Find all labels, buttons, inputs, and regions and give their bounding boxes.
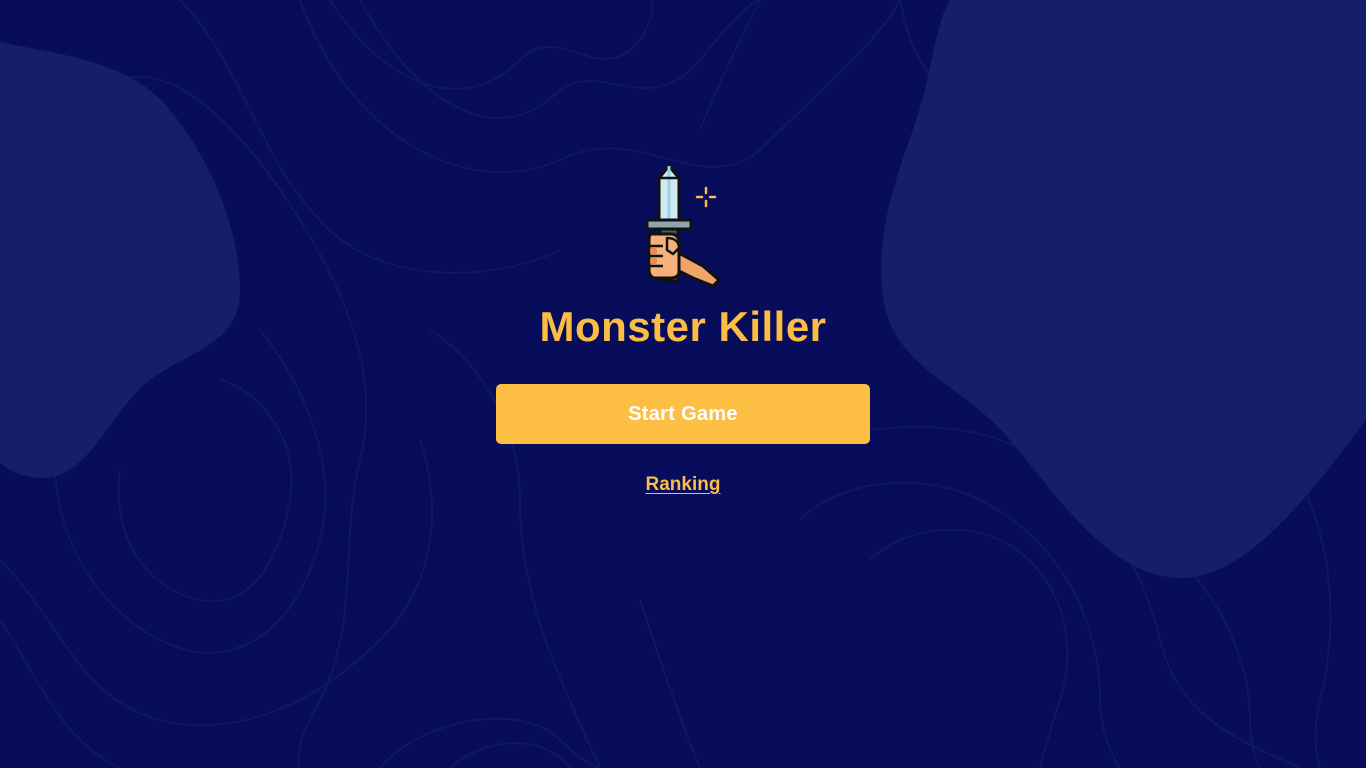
start-game-button[interactable]: Start Game <box>496 384 870 444</box>
game-title: Monster Killer <box>539 303 827 350</box>
ranking-link[interactable]: Ranking <box>646 474 721 495</box>
sword-in-hand-icon <box>645 164 721 288</box>
main-menu: Monster Killer Start Game Ranking <box>0 0 1366 768</box>
start-screen: Monster Killer Start Game Ranking <box>0 0 1366 768</box>
ranking-link-container: Ranking <box>0 473 1366 498</box>
sparkle-icon <box>695 186 717 208</box>
